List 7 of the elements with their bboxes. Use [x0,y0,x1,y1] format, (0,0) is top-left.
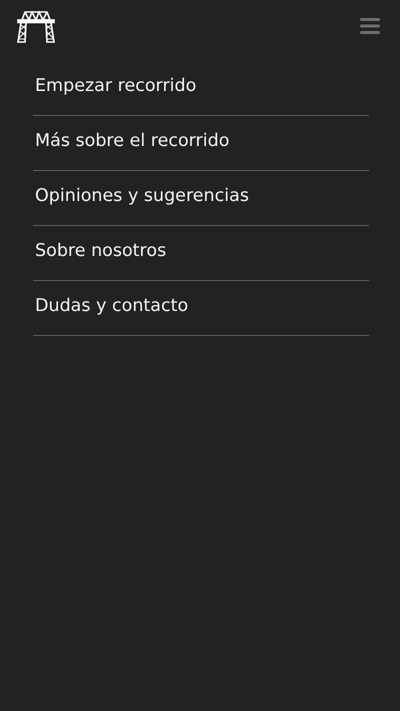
bridge-logo-icon[interactable] [17,11,55,43]
menu-item[interactable]: Más sobre el recorrido [33,116,369,171]
menu-item[interactable]: Sobre nosotros [33,226,369,281]
menu-item[interactable]: Empezar recorrido [33,61,369,116]
menu-item[interactable]: Dudas y contacto [33,281,369,336]
menu-item[interactable]: Opiniones y sugerencias [33,171,369,226]
menu-icon[interactable] [360,18,380,34]
